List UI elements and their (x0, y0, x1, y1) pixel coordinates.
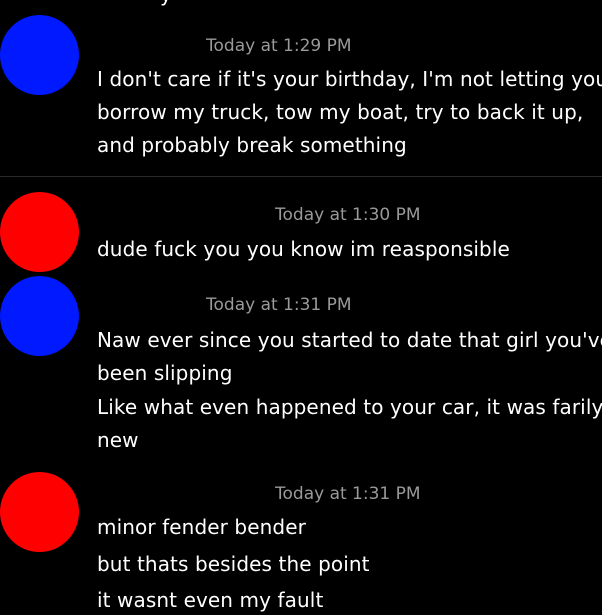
avatar[interactable] (0, 15, 79, 95)
avatar[interactable] (0, 472, 79, 552)
message-timestamp: Today at 1:31 PM (206, 295, 352, 315)
chat-log: y Today at 1:29 PM I don't care if it's … (0, 0, 602, 615)
message-text: but thats besides the point (97, 552, 370, 576)
message-text: Like what even happened to your car, it … (97, 395, 602, 419)
message-text: been slipping (97, 361, 233, 385)
message-text: new (97, 428, 139, 452)
message-timestamp: Today at 1:31 PM (275, 484, 421, 504)
message-divider (0, 176, 602, 177)
message-timestamp: Today at 1:30 PM (275, 205, 421, 225)
message-text: and probably break something (97, 133, 407, 157)
message-text: I don't care if it's your birthday, I'm … (97, 67, 602, 91)
cutoff-message-text: y (160, 0, 172, 6)
message-text: borrow my truck, tow my boat, try to bac… (97, 100, 584, 124)
message-text: dude fuck you you know im reasponsible (97, 237, 510, 261)
message-text: Naw ever since you started to date that … (97, 328, 602, 352)
avatar[interactable] (0, 276, 79, 356)
message-timestamp: Today at 1:29 PM (206, 36, 352, 56)
message-text: it wasnt even my fault (97, 588, 324, 612)
message-text: minor fender bender (97, 515, 306, 539)
avatar[interactable] (0, 192, 79, 272)
